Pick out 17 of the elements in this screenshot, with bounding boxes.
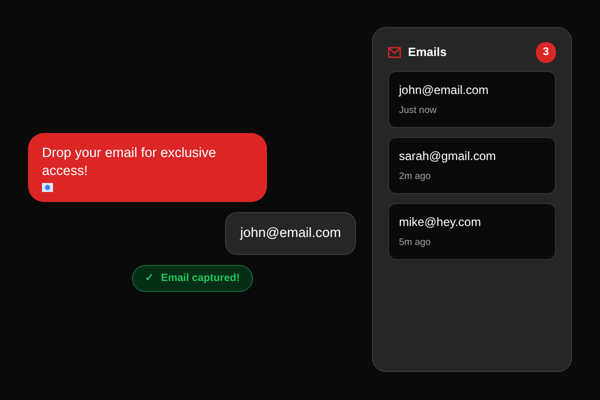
timestamp: 5m ago bbox=[399, 236, 432, 250]
count-badge: 3 bbox=[536, 42, 556, 62]
email-address: mike@hey.com bbox=[399, 214, 482, 231]
email-card[interactable]: mike@hey.com 5m ago bbox=[388, 203, 556, 260]
email-card[interactable]: john@email.com Just now bbox=[388, 70, 556, 128]
timestamp: 2m ago bbox=[399, 170, 432, 184]
message-text: Drop your email for exclusive access! bbox=[42, 144, 218, 180]
check-icon: ✓ bbox=[145, 270, 154, 286]
reply-bubble: john@email.com bbox=[225, 212, 356, 255]
image-icon bbox=[42, 183, 53, 192]
email-address: sarah@gmail.com bbox=[399, 148, 497, 165]
panel-title: Emails bbox=[408, 44, 447, 62]
timestamp: Just now bbox=[399, 104, 438, 118]
mail-icon bbox=[388, 46, 401, 58]
email-card[interactable]: sarah@gmail.com 2m ago bbox=[388, 136, 556, 194]
email-address: john@email.com bbox=[399, 82, 490, 98]
success-text: Email captured! bbox=[161, 270, 240, 286]
